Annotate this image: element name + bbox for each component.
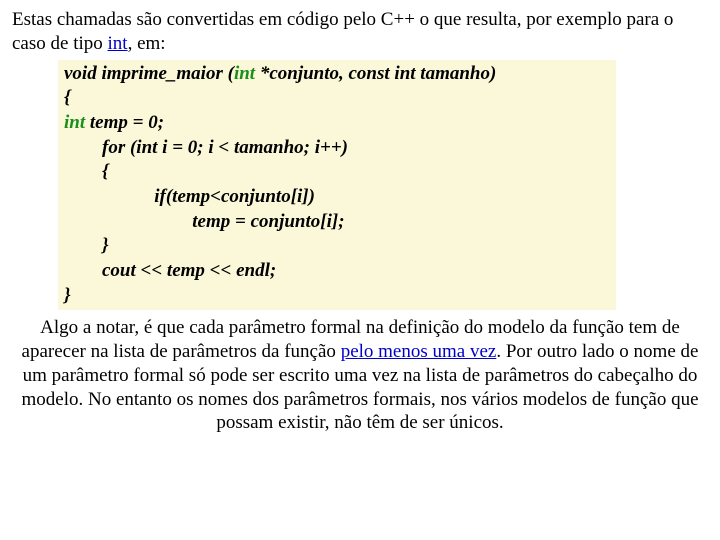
code-block: void imprime_maior (int *conjunto, const…: [58, 60, 616, 311]
code-type-int-1: int: [234, 63, 255, 84]
type-link-int[interactable]: int: [108, 33, 128, 54]
code-l10: }: [64, 285, 71, 306]
code-l1b: *conjunto, const int tamanho): [255, 63, 496, 84]
code-l1a: void imprime_maior (: [64, 63, 234, 84]
code-l8: }: [64, 235, 109, 256]
code-l2: {: [64, 87, 71, 108]
intro-text-2: , em:: [128, 33, 166, 54]
code-type-int-2: int: [64, 112, 85, 133]
intro-paragraph: Estas chamadas são convertidas em código…: [12, 8, 708, 56]
code-l9: cout << temp << endl;: [64, 260, 276, 281]
code-l5: {: [64, 161, 109, 182]
code-l7: temp = conjunto[i];: [64, 211, 345, 232]
code-l6: if(temp<conjunto[i]): [64, 186, 315, 207]
notes-link[interactable]: pelo menos uma vez: [341, 341, 497, 362]
code-l4: for (int i = 0; i < tamanho; i++): [64, 137, 348, 158]
code-l3b: temp = 0;: [85, 112, 164, 133]
notes-paragraph: Algo a notar, é que cada parâmetro forma…: [12, 316, 708, 435]
